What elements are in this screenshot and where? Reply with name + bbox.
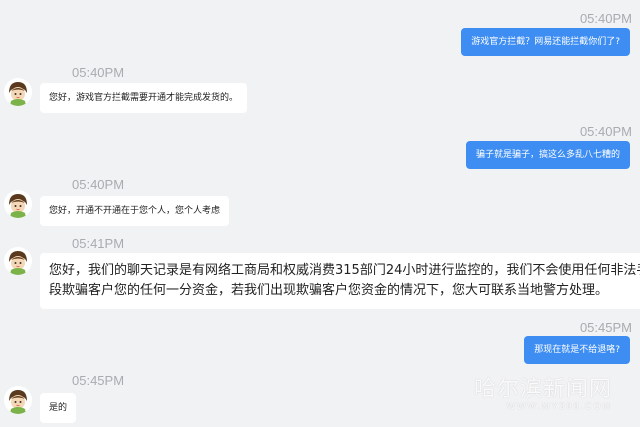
- incoming-message[interactable]: 您好，我们的聊天记录是有网络工商局和权威消费315部门24小时进行监控的，我们不…: [40, 253, 640, 309]
- message-timestamp: 05:41PM: [72, 236, 125, 251]
- avatar[interactable]: [4, 247, 32, 275]
- cartoon-girl-avatar-icon: [4, 386, 32, 414]
- message-timestamp: 05:40PM: [579, 124, 632, 139]
- watermark-logo-text: 哈尔滨新闻网: [473, 377, 612, 402]
- avatar[interactable]: [4, 190, 32, 218]
- avatar[interactable]: [4, 386, 32, 414]
- message-timestamp: 05:40PM: [72, 65, 125, 80]
- avatar[interactable]: [4, 78, 32, 106]
- cartoon-girl-avatar-icon: [4, 78, 32, 106]
- message-line: 段欺骗客户您的任何一分资金，若我们出现欺骗客户您资金的情况下，您大可联系当地警方…: [49, 283, 609, 298]
- watermark: 哈尔滨新闻网 WWW.MY399.COM: [474, 371, 612, 411]
- message-timestamp: 05:45PM: [579, 320, 632, 335]
- outgoing-message[interactable]: 骗子就是骗子，搞这么多乱八七糟的: [465, 141, 630, 169]
- incoming-message[interactable]: 是的: [40, 393, 77, 423]
- cartoon-girl-avatar-icon: [4, 247, 32, 275]
- cartoon-girl-avatar-icon: [4, 190, 32, 218]
- message-timestamp: 05:40PM: [579, 11, 632, 26]
- message-line: 您好，我们的聊天记录是有网络工商局和权威消费315部门24小时进行监控的，我们不…: [49, 263, 640, 278]
- incoming-message[interactable]: 您好，游戏官方拦截需要开通才能完成发货的。: [40, 83, 248, 113]
- message-timestamp: 05:40PM: [72, 177, 125, 192]
- incoming-message[interactable]: 您好，开通不开通在于您个人，您个人考虑: [40, 196, 230, 226]
- outgoing-message[interactable]: 游戏官方拦截？网易还能拦截你们了?: [461, 28, 630, 56]
- outgoing-message[interactable]: 那现在就是不给退咯?: [524, 336, 630, 364]
- message-timestamp: 05:45PM: [72, 373, 125, 388]
